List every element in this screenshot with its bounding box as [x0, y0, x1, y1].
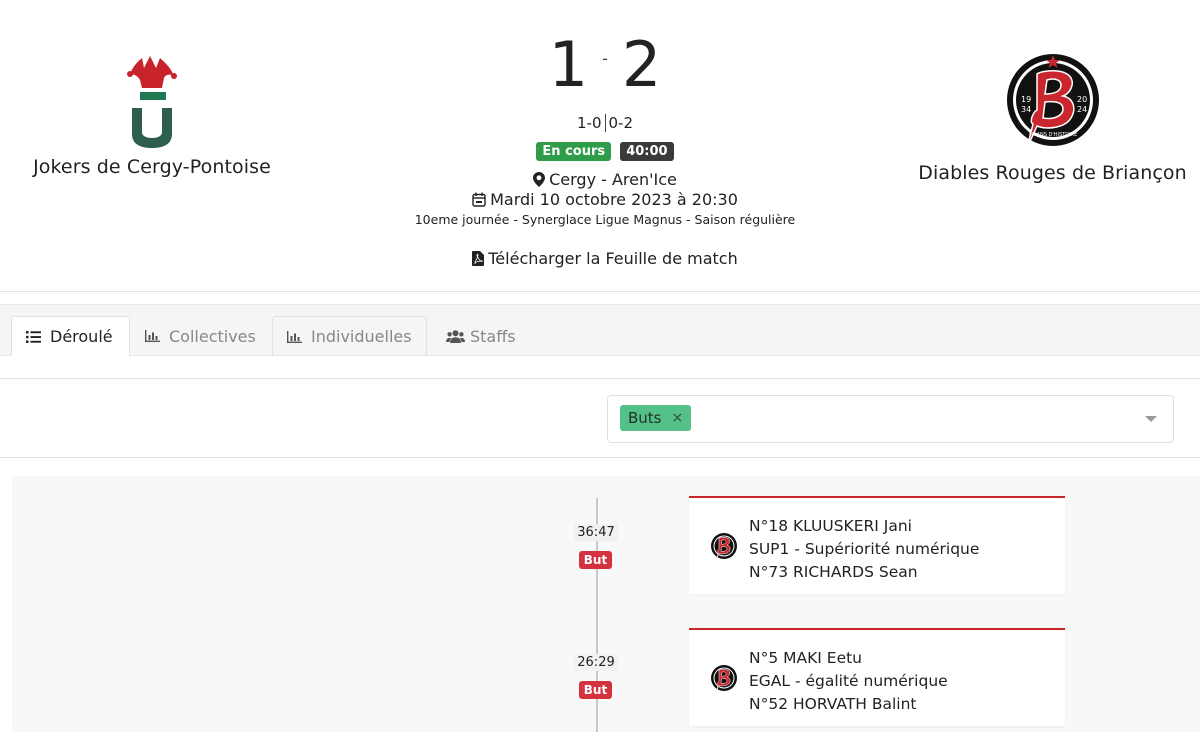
venue: Cergy - Aren'Ice: [400, 170, 810, 189]
away-score: 2: [621, 28, 662, 101]
bar-chart-icon: [287, 330, 302, 343]
event-type-select[interactable]: Buts ×: [607, 395, 1174, 443]
away-logo-year-right-top: 20: [1077, 95, 1087, 104]
event-time: 26:29: [574, 654, 618, 671]
status-badge: En cours: [536, 142, 612, 161]
away-team[interactable]: 19 34 20 24 90 ANS D'HISTOIRE Diables Ro…: [910, 52, 1195, 184]
away-team-logo[interactable]: 19 34 20 24 90 ANS D'HISTOIRE: [1003, 52, 1103, 154]
chevron-down-icon[interactable]: [1145, 416, 1157, 422]
period-score-1: 1-0: [577, 114, 602, 132]
tab-deroule[interactable]: Déroulé: [11, 316, 130, 356]
status-badges: En cours 40:00: [400, 140, 810, 161]
download-sheet-link[interactable]: Télécharger la Feuille de match: [400, 249, 810, 268]
goal-badge: But: [579, 681, 612, 699]
bar-chart-icon: [145, 330, 160, 342]
date-text: Mardi 10 octobre 2023 à 20:30: [490, 190, 738, 209]
away-logo-motto: 90 ANS D'HISTOIRE: [1028, 132, 1077, 138]
tab-staffs-label[interactable]: Staffs: [470, 327, 516, 346]
file-pdf-icon: [472, 251, 485, 266]
tab-individuelles-label[interactable]: Individuelles: [311, 327, 412, 346]
event-assist[interactable]: N°73 RICHARDS Sean: [749, 561, 979, 584]
home-team-logo[interactable]: [120, 52, 184, 148]
score-panel: 1-2 1-0 0-2 En cours 40:00 Cergy - Aren'I…: [400, 18, 810, 268]
timeline: 36:47 But N°18 KLUUSKERI Jani SUP1 - Sup…: [12, 476, 1200, 732]
event-card: N°18 KLUUSKERI Jani SUP1 - Supériorité n…: [689, 496, 1065, 594]
tab-deroule-label[interactable]: Déroulé: [50, 327, 113, 346]
away-team-mini-logo: [711, 665, 737, 694]
map-marker-icon: [533, 172, 546, 187]
list-icon: [26, 330, 41, 343]
tab-collectives[interactable]: Collectives: [131, 316, 270, 356]
away-logo-year-right-bottom: 24: [1077, 105, 1087, 114]
home-score: 1: [548, 28, 589, 101]
away-logo-year-left-bottom: 34: [1021, 105, 1031, 114]
event-card: N°5 MAKI Eetu EGAL - égalité numérique N…: [689, 628, 1065, 726]
event-details: N°5 MAKI Eetu EGAL - égalité numérique N…: [749, 647, 948, 716]
users-icon: [446, 329, 465, 343]
download-sheet-label[interactable]: Télécharger la Feuille de match: [488, 249, 738, 268]
event-assist[interactable]: N°52 HORVATH Balint: [749, 693, 948, 716]
away-team-name[interactable]: Diables Rouges de Briançon: [910, 162, 1195, 184]
goal-badge: But: [579, 551, 612, 569]
event-scorer[interactable]: N°18 KLUUSKERI Jani: [749, 515, 979, 538]
scoreline: 1-2: [400, 18, 810, 106]
tab-staffs[interactable]: Staffs: [432, 316, 530, 356]
match-date: Mardi 10 octobre 2023 à 20:30: [400, 190, 810, 209]
period-scores: 1-0 0-2: [400, 114, 810, 132]
event-scorer[interactable]: N°5 MAKI Eetu: [749, 647, 948, 670]
filter-chip-buts[interactable]: Buts ×: [620, 405, 692, 431]
competition-info: 10eme journée - Synerglace Ligue Magnus …: [414, 212, 796, 227]
filter-chip-label: Buts: [628, 409, 662, 427]
event-details: N°18 KLUUSKERI Jani SUP1 - Supériorité n…: [749, 515, 979, 584]
venue-text: Cergy - Aren'Ice: [549, 170, 677, 189]
chip-remove-icon[interactable]: ×: [672, 410, 684, 426]
away-team-mini-logo: [711, 533, 737, 562]
home-team[interactable]: Jokers de Cergy-Pontoise: [22, 52, 282, 178]
event-time: 36:47: [574, 524, 618, 541]
event-filter-area: Buts ×: [0, 378, 1200, 458]
tabs-bar: Déroulé Collectives Individuelles Staffs: [0, 304, 1200, 356]
match-header: Jokers de Cergy-Pontoise 1-2 1-0 0-2 En c…: [0, 0, 1200, 292]
event-situation: SUP1 - Supériorité numérique: [749, 540, 980, 558]
away-logo-year-left-top: 19: [1021, 95, 1031, 104]
clock-badge: 40:00: [620, 142, 674, 161]
tab-collectives-label[interactable]: Collectives: [169, 327, 256, 346]
score-separator: -: [602, 49, 608, 68]
event-situation: EGAL - égalité numérique: [749, 672, 948, 690]
tab-individuelles[interactable]: Individuelles: [272, 316, 427, 356]
home-team-name[interactable]: Jokers de Cergy-Pontoise: [22, 156, 282, 178]
period-score-2: 0-2: [608, 114, 634, 132]
calendar-icon: [472, 192, 486, 207]
